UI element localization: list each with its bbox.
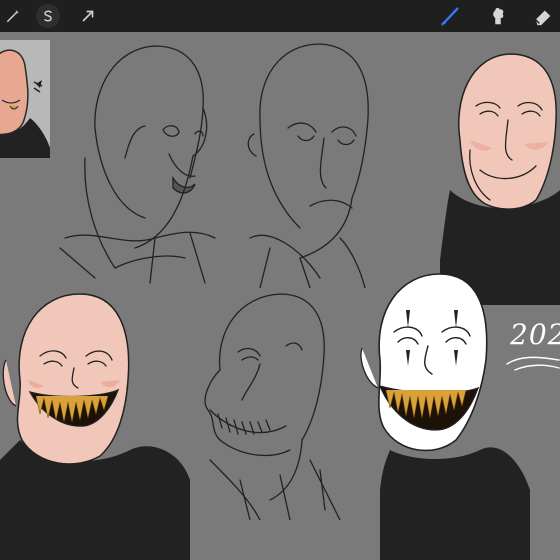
procreate-app: 202	[0, 0, 560, 560]
selection-button[interactable]	[36, 4, 60, 28]
sketch-colored-man-smirking	[440, 53, 560, 305]
signature-year-text: 202	[510, 318, 560, 351]
sketch-bald-man-pouting	[59, 45, 216, 284]
transform-button[interactable]	[76, 4, 100, 28]
transform-arrow-icon	[82, 10, 94, 22]
sketch-line-man-grinning	[204, 293, 341, 520]
sketch-bald-man-frowning	[247, 43, 369, 288]
sketch-colored-man-grinning-teeth	[0, 293, 190, 560]
magic-wand-icon	[7, 10, 19, 22]
adjustments-magic-wand-button[interactable]	[1, 4, 25, 28]
brush-icon	[441, 7, 459, 26]
eraser-icon	[535, 10, 551, 26]
top-toolbar	[0, 0, 560, 32]
reference-image	[0, 40, 50, 158]
eraser-tool-button[interactable]	[530, 3, 556, 29]
smudge-tool-button[interactable]	[485, 3, 511, 29]
selection-s-icon	[44, 10, 52, 22]
reference-window[interactable]	[0, 40, 50, 158]
sketch-clown-makeup-grinning	[360, 273, 530, 560]
signature-swash	[506, 356, 560, 371]
smudge-icon	[493, 7, 504, 25]
brush-tool-button[interactable]	[437, 3, 463, 29]
